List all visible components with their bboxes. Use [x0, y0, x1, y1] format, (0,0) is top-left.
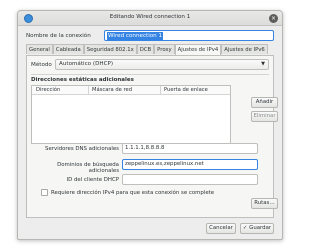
- connection-editor-window: Editando Wired connection 1 × Nombre de …: [17, 10, 283, 240]
- require-ipv4-row[interactable]: Requiere dirección IPv4 para que esta co…: [41, 189, 214, 196]
- method-label: Método: [31, 62, 52, 68]
- save-label: Guardar: [249, 225, 272, 231]
- remove-address-button[interactable]: Eliminar: [251, 111, 278, 122]
- dns-servers-input[interactable]: 1.1.1.1,8.8.8.8: [122, 143, 258, 154]
- column-gateway[interactable]: Puerta de enlace: [164, 87, 208, 93]
- dns-servers-label: Servidores DNS adicionales: [45, 146, 119, 152]
- search-domains-input[interactable]: zeppelinux.es,zeppelinux.net: [122, 159, 258, 170]
- close-button[interactable]: ×: [269, 14, 278, 23]
- tab-proxy[interactable]: Proxy: [154, 44, 175, 54]
- divider: [31, 74, 269, 75]
- connection-name-input[interactable]: Wired connection 1: [104, 30, 274, 41]
- title-bar[interactable]: Editando Wired connection 1 ×: [18, 11, 282, 26]
- add-address-button[interactable]: Añadir: [251, 97, 278, 108]
- static-addresses-table[interactable]: Dirección Máscara de red Puerta de enlac…: [31, 85, 231, 144]
- check-icon: ✓: [242, 225, 248, 231]
- cancel-button[interactable]: Cancelar: [206, 223, 236, 234]
- connection-name-row: Nombre de la conexión Wired connection 1: [26, 30, 274, 42]
- static-addresses-heading: Direcciones estáticas adicionales: [31, 77, 134, 83]
- tab-security-8021x[interactable]: Seguridad 802.1x: [83, 44, 137, 54]
- column-address[interactable]: Dirección: [36, 87, 60, 93]
- window-title: Editando Wired connection 1: [109, 14, 191, 20]
- tab-ipv4-settings[interactable]: Ajustes de IPv4: [174, 44, 222, 55]
- search-domains-label: Dominios de búsqueda adicionales: [57, 162, 119, 174]
- tab-dcb[interactable]: DCB: [136, 44, 155, 54]
- column-netmask[interactable]: Máscara de red: [92, 87, 132, 93]
- table-header: Dirección Máscara de red Puerta de enlac…: [32, 86, 230, 95]
- column-divider: [88, 86, 89, 95]
- require-ipv4-checkbox[interactable]: [41, 189, 48, 196]
- dhcp-client-id-input[interactable]: [122, 174, 258, 185]
- chevron-down-icon: ▼: [261, 61, 265, 67]
- routes-button[interactable]: Rutas…: [251, 198, 278, 209]
- dhcp-client-id-label: ID del cliente DHCP: [66, 177, 119, 183]
- tab-general[interactable]: General: [26, 44, 53, 54]
- tab-ipv6-settings[interactable]: Ajustes de IPv6: [221, 44, 268, 54]
- ipv4-settings-panel: Método Automático (DHCP) ▼ Direcciones e…: [26, 55, 278, 218]
- tab-wired[interactable]: Cableada: [52, 44, 84, 54]
- save-button[interactable]: ✓ Guardar: [240, 223, 274, 234]
- method-value: Automático (DHCP): [59, 61, 114, 67]
- require-ipv4-label: Requiere dirección IPv4 para que esta co…: [51, 190, 215, 196]
- connection-name-label: Nombre de la conexión: [26, 33, 91, 39]
- method-dropdown[interactable]: Automático (DHCP) ▼: [55, 59, 269, 70]
- column-divider: [160, 86, 161, 95]
- settings-tabs: General Cableada Seguridad 802.1x DCB Pr…: [26, 44, 274, 55]
- connection-name-value: Wired connection 1: [107, 32, 164, 40]
